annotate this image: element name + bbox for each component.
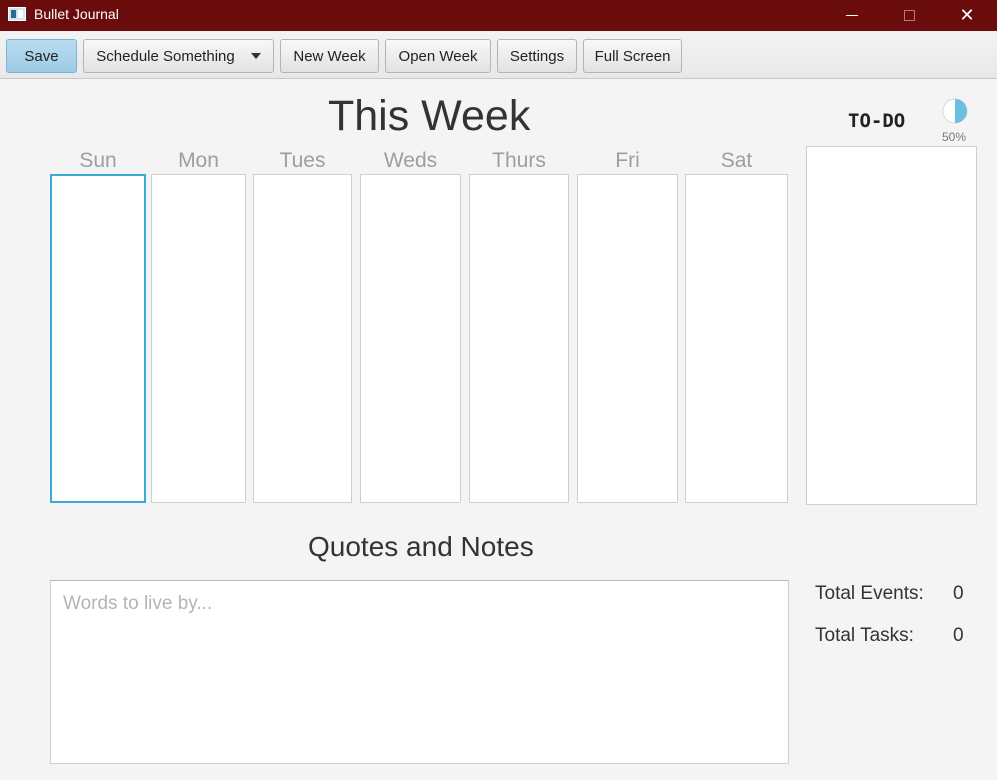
close-button[interactable]: ✕ <box>944 0 990 31</box>
progress-pie-icon <box>942 98 968 124</box>
notes-title: Quotes and Notes <box>308 531 534 562</box>
day-list-weds[interactable] <box>360 174 461 503</box>
window-title: Bullet Journal <box>34 6 119 22</box>
open-week-button[interactable]: Open Week <box>385 39 491 73</box>
week-title: This Week <box>328 92 531 140</box>
new-week-button[interactable]: New Week <box>280 39 379 73</box>
todo-label: TO-DO <box>848 110 906 132</box>
day-list-fri[interactable] <box>577 174 678 503</box>
day-label-fri: Fri <box>615 149 640 172</box>
minimize-button[interactable] <box>829 0 875 31</box>
app-icon <box>8 7 26 21</box>
total-events-label: Total Events: <box>815 583 924 604</box>
chevron-down-icon <box>250 53 261 59</box>
total-tasks-value: 0 <box>953 625 964 646</box>
day-list-tues[interactable] <box>253 174 352 503</box>
day-list-sun[interactable] <box>50 174 146 503</box>
toolbar: Save Schedule Something New Week Open We… <box>0 31 997 79</box>
progress-wedge <box>955 99 967 123</box>
close-icon: ✕ <box>959 5 975 26</box>
day-label-sun: Sun <box>79 149 117 172</box>
notes-textarea[interactable] <box>50 580 789 764</box>
save-button[interactable]: Save <box>6 39 77 73</box>
settings-button[interactable]: Settings <box>497 39 577 73</box>
todo-list[interactable] <box>806 146 977 505</box>
schedule-something-label: Schedule Something <box>96 47 235 65</box>
day-label-sat: Sat <box>720 149 753 172</box>
title-bar: Bullet Journal ✕ <box>0 0 997 31</box>
total-tasks-label: Total Tasks: <box>815 625 914 646</box>
progress-percent: 50% <box>942 130 967 144</box>
minimize-icon <box>846 15 858 16</box>
day-list-thurs[interactable] <box>469 174 569 503</box>
day-label-tues: Tues <box>279 149 326 172</box>
full-screen-button[interactable]: Full Screen <box>583 39 682 73</box>
maximize-icon <box>903 10 915 21</box>
day-label-mon: Mon <box>178 149 219 172</box>
schedule-something-dropdown[interactable]: Schedule Something <box>83 39 274 73</box>
day-label-weds: Weds <box>383 149 438 172</box>
maximize-button[interactable] <box>886 0 932 31</box>
day-list-mon[interactable] <box>151 174 246 503</box>
day-label-thurs: Thurs <box>492 149 546 172</box>
total-events-value: 0 <box>953 583 964 604</box>
day-list-sat[interactable] <box>685 174 788 503</box>
